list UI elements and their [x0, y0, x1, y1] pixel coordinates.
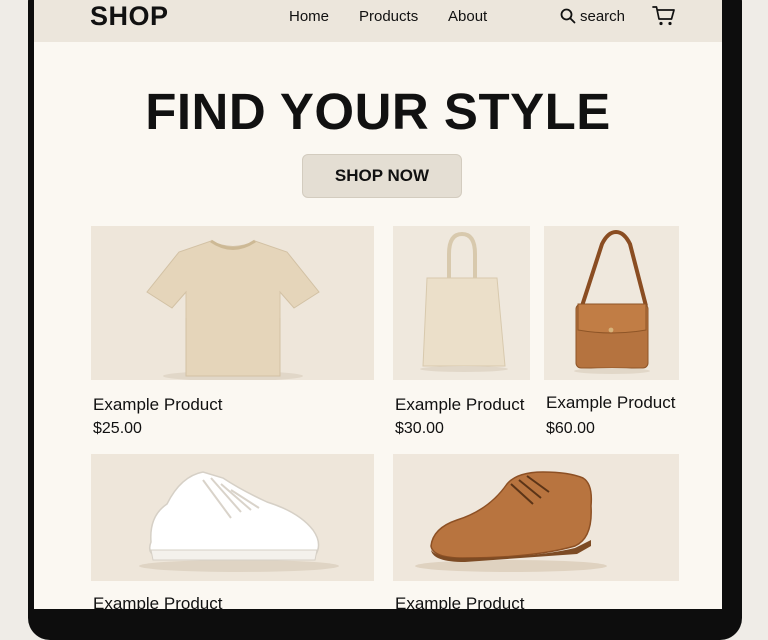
product-price: $25.00 [93, 420, 142, 437]
cart-button[interactable] [652, 5, 676, 27]
shoulder-bag-icon [544, 226, 679, 380]
white-sneaker-icon [91, 454, 374, 581]
product-image-tote-bag[interactable] [393, 226, 530, 380]
search-label: search [580, 7, 626, 25]
product-price: $60.00 [546, 420, 595, 437]
product-card[interactable]: Example Product [393, 454, 679, 609]
product-image-t-shirt[interactable] [91, 226, 374, 380]
shopping-cart-icon [652, 6, 675, 26]
search-button[interactable]: search [560, 6, 625, 26]
product-name[interactable]: Example Product [395, 395, 524, 415]
product-image-brown-oxford-shoe[interactable] [393, 454, 679, 581]
screen: SHOP Home Products About search FIND YOU… [34, 0, 722, 609]
product-name[interactable]: Example Product [546, 393, 675, 413]
product-price: $30.00 [395, 420, 444, 437]
t-shirt-icon [91, 226, 374, 380]
nav-products[interactable]: Products [359, 8, 418, 25]
search-icon [560, 8, 576, 24]
product-image-white-sneaker[interactable] [91, 454, 374, 581]
shop-now-button[interactable]: SHOP NOW [302, 154, 462, 198]
brown-shoe-icon [393, 454, 679, 581]
tote-bag-icon [393, 226, 530, 380]
shop-logo[interactable]: SHOP [90, 1, 169, 32]
hero-title: FIND YOUR STYLE [145, 83, 611, 140]
product-name[interactable]: Example Product [395, 594, 524, 609]
nav-about[interactable]: About [448, 8, 487, 25]
product-name[interactable]: Example Product [93, 594, 222, 609]
product-card[interactable]: Example Product [91, 454, 374, 609]
site-header: SHOP Home Products About search [34, 0, 722, 42]
product-card[interactable]: Example Product $30.00 [393, 226, 530, 446]
product-image-leather-shoulder-bag[interactable] [544, 226, 679, 380]
product-name[interactable]: Example Product [93, 395, 222, 415]
product-card[interactable]: Example Product $25.00 [91, 226, 374, 446]
product-card[interactable]: Example Product $60.00 [544, 226, 679, 446]
nav-home[interactable]: Home [289, 8, 329, 25]
